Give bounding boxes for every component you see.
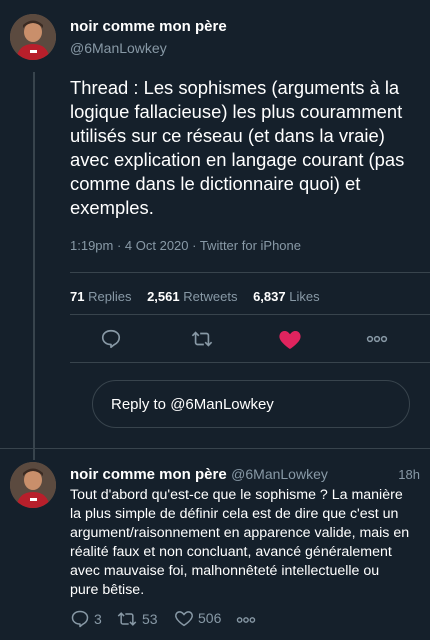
- tweet-stats: 71 Replies 2,561 Retweets 6,837 Likes: [70, 289, 332, 304]
- retweet-icon: [191, 331, 213, 347]
- divider: [70, 272, 430, 273]
- like-button[interactable]: [275, 324, 305, 354]
- replies-count: 71: [70, 289, 85, 304]
- likes-label: Likes: [289, 289, 320, 304]
- author-handle[interactable]: @6ManLowkey: [70, 40, 227, 56]
- tweet-meta[interactable]: 1:19pm · 4 Oct 2020 · Twitter for iPhone: [70, 238, 301, 253]
- reply-count: 3: [94, 611, 102, 627]
- more-icon: [236, 617, 256, 623]
- replies-label: Replies: [88, 289, 132, 304]
- retweets-stat[interactable]: 2,561 Retweets: [147, 289, 237, 304]
- avatar[interactable]: [10, 14, 56, 60]
- tweet-text: Tout d'abord qu'est-ce que le sophisme ?…: [70, 487, 410, 598]
- reply-input-label: Reply to @6ManLowkey: [111, 395, 274, 413]
- reply-button[interactable]: 3: [70, 609, 102, 629]
- reply-icon: [101, 329, 121, 349]
- tweet-time[interactable]: 18h: [398, 467, 420, 482]
- more-button[interactable]: [362, 324, 392, 354]
- divider: [70, 362, 430, 363]
- tweet-header: noir comme mon père @6ManLowkey 18h: [70, 466, 420, 484]
- author-name[interactable]: noir comme mon père: [70, 466, 227, 483]
- divider: [70, 314, 430, 315]
- tweet-text: Thread : Les sophismes (arguments à la l…: [70, 77, 405, 218]
- avatar-image: [10, 462, 56, 508]
- author-name[interactable]: noir comme mon père: [70, 18, 227, 35]
- retweets-count: 2,561: [147, 289, 180, 304]
- replies-stat[interactable]: 71 Replies: [70, 289, 131, 304]
- tweet-actions: [70, 324, 420, 354]
- more-icon: [366, 335, 388, 343]
- like-count: 506: [198, 610, 222, 626]
- heart-icon: [175, 611, 193, 627]
- author-handle[interactable]: @6ManLowkey: [231, 466, 328, 482]
- reply-button[interactable]: [96, 324, 126, 354]
- retweet-count: 53: [142, 611, 158, 627]
- retweet-icon: [117, 612, 137, 626]
- avatar[interactable]: [10, 462, 56, 508]
- like-button[interactable]: 506: [174, 609, 221, 627]
- heart-icon: [279, 331, 301, 349]
- divider: [0, 448, 430, 449]
- likes-count: 6,837: [253, 289, 286, 304]
- more-button[interactable]: [236, 616, 256, 624]
- tweet-header: noir comme mon père @6ManLowkey: [70, 18, 227, 56]
- retweets-label: Retweets: [183, 289, 238, 304]
- retweet-button[interactable]: [187, 324, 217, 354]
- reply-input[interactable]: Reply to @6ManLowkey: [92, 380, 410, 428]
- thread-connector-line: [33, 72, 35, 460]
- avatar-image: [10, 14, 56, 60]
- reply-icon: [71, 610, 89, 628]
- retweet-button[interactable]: 53: [116, 609, 158, 629]
- likes-stat[interactable]: 6,837 Likes: [253, 289, 320, 304]
